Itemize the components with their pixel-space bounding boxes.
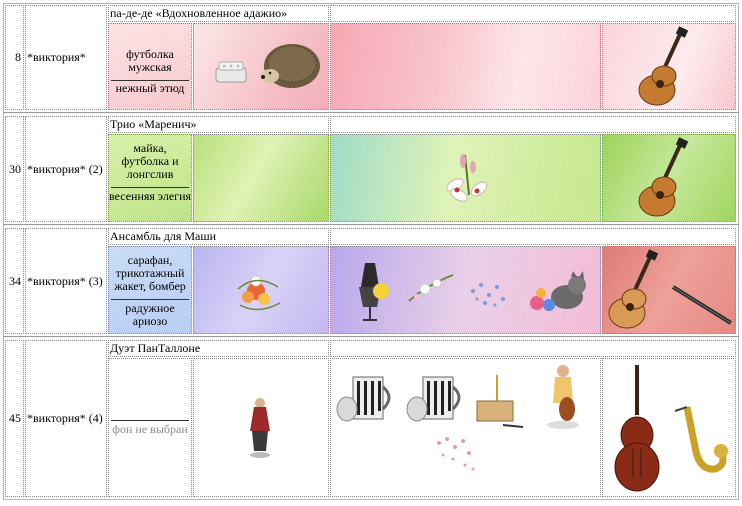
- instruments-cell[interactable]: [602, 23, 736, 110]
- number-title: Дуэт ПанТаллоне: [108, 340, 329, 357]
- pantalone-figurine-icon[interactable]: [250, 398, 270, 458]
- flower-branch-icon[interactable]: [408, 274, 454, 302]
- costume-cell[interactable]: фон не выбран: [108, 358, 192, 497]
- row-separator: [3, 336, 739, 337]
- title-spacer: [330, 116, 736, 133]
- row-separator: [3, 224, 739, 225]
- title-spacer: [330, 340, 736, 357]
- row-number: 34: [5, 228, 24, 334]
- crown-icon[interactable]: [215, 61, 247, 83]
- music-label: фон не выбран: [112, 422, 188, 436]
- performer-cell[interactable]: *виктория* (3): [25, 228, 107, 334]
- title-spacer: [330, 5, 736, 22]
- costume-divider: [111, 420, 189, 421]
- row-number-text: 8: [15, 50, 21, 64]
- performer-name: *виктория* (4): [27, 411, 103, 425]
- performer-cell[interactable]: *виктория*: [25, 5, 107, 110]
- instruments-cell[interactable]: [602, 246, 736, 334]
- piano-mug-icon[interactable]: [406, 376, 461, 422]
- costume-cell[interactable]: майка, футболка и лонгслив весенняя элег…: [108, 134, 192, 222]
- butterflies-icon[interactable]: [471, 283, 505, 307]
- row-number: 8: [5, 5, 24, 110]
- guitar-icon[interactable]: [608, 249, 659, 329]
- tuning-fork-icon[interactable]: [476, 375, 524, 428]
- lily-flower-icon[interactable]: [445, 154, 489, 204]
- number-title-text: Дуэт ПанТаллоне: [110, 341, 201, 355]
- kitten-with-yarn-icon[interactable]: [530, 271, 586, 311]
- petals-icon[interactable]: [437, 437, 475, 471]
- hedgehog-icon[interactable]: [261, 44, 320, 88]
- costume-label: [109, 379, 191, 419]
- costume-cell[interactable]: футболка мужская нежный этюд: [108, 23, 192, 110]
- costume-label: сарафан, трикотажный жакет, бомбер: [114, 252, 186, 293]
- costume-label: футболка мужская: [126, 47, 174, 74]
- performer-name: *виктория* (3): [27, 273, 103, 288]
- number-title-text: Ансамбль для Маши: [110, 229, 217, 243]
- number-title: па-де-де «Вдохновленное адажио»: [108, 5, 329, 22]
- guitar-icon[interactable]: [638, 26, 689, 106]
- row-number-text: 34: [9, 273, 21, 288]
- number-title: Трио «Маренич»: [108, 116, 329, 133]
- instruments-cell[interactable]: [602, 134, 736, 222]
- flower-bouquet-icon[interactable]: [237, 275, 281, 311]
- piano-mug-icon[interactable]: [336, 376, 391, 422]
- scene-cell[interactable]: [330, 246, 601, 334]
- saxophone-icon[interactable]: [674, 406, 728, 473]
- music-label: нежный этюд: [115, 81, 185, 95]
- music-label: радужное ариозо: [125, 301, 175, 328]
- performer-name: *виктория*: [27, 50, 86, 64]
- performer-name: *виктория* (2): [27, 161, 103, 176]
- number-title-text: Трио «Маренич»: [110, 117, 197, 131]
- costume-label: майка, футболка и лонгслив: [121, 140, 179, 181]
- number-title: Ансамбль для Маши: [108, 228, 329, 245]
- props-cell[interactable]: [193, 23, 329, 110]
- row-number-text: 45: [9, 411, 21, 425]
- props-cell[interactable]: [193, 246, 329, 334]
- costume-cell[interactable]: сарафан, трикотажный жакет, бомбер радуж…: [108, 246, 192, 334]
- number-title-text: па-де-де «Вдохновленное адажио»: [110, 6, 288, 20]
- row-number-text: 30: [9, 161, 21, 176]
- row-separator: [3, 112, 739, 113]
- row-number: 45: [5, 340, 24, 497]
- performer-cell[interactable]: *виктория* (4): [25, 340, 107, 497]
- scene-cell[interactable]: [330, 134, 601, 222]
- instruments-cell[interactable]: [602, 358, 736, 497]
- cellist-figurine-icon[interactable]: [547, 365, 579, 429]
- row-number: 30: [5, 116, 24, 222]
- costume-divider: [111, 299, 189, 300]
- dress-mannequin-icon[interactable]: [359, 263, 389, 321]
- title-spacer: [330, 228, 736, 245]
- guitar-icon[interactable]: [638, 137, 689, 217]
- music-label: весенняя элегия: [109, 189, 192, 203]
- props-cell[interactable]: [193, 358, 329, 497]
- scene-cell[interactable]: [330, 358, 601, 497]
- scene-cell[interactable]: [330, 23, 601, 110]
- flute-icon[interactable]: [671, 285, 733, 325]
- costume-divider: [111, 187, 189, 188]
- props-cell[interactable]: [193, 134, 329, 222]
- double-bass-icon[interactable]: [614, 365, 660, 492]
- performer-cell[interactable]: *виктория* (2): [25, 116, 107, 222]
